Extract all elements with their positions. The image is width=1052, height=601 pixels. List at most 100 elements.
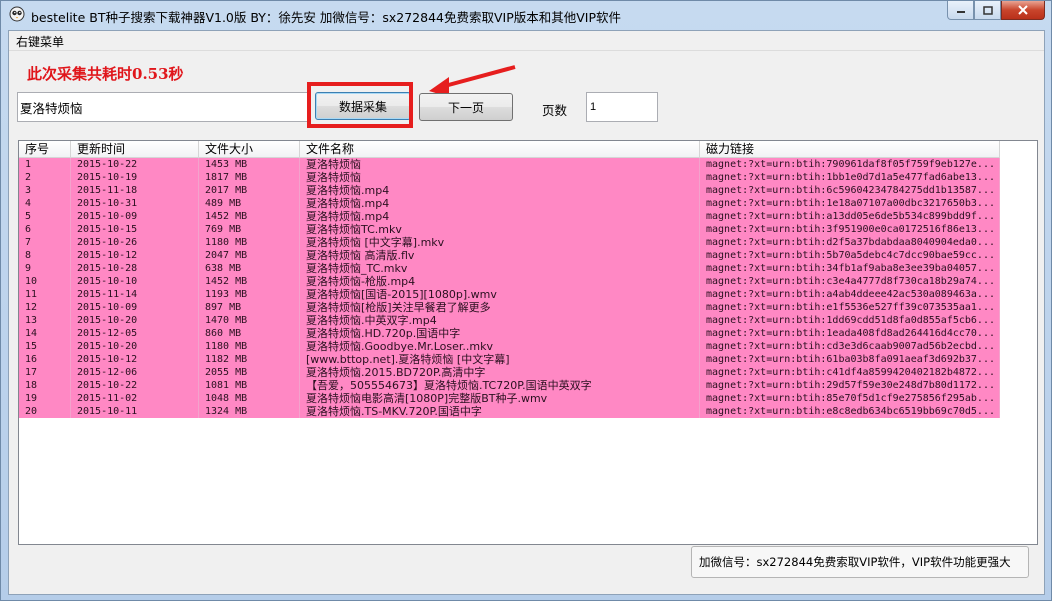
row-magnet-link: magnet:?xt=urn:btih:6c59604234784275dd1b… — [700, 184, 1000, 197]
row-file-size: 1470 MB — [199, 314, 300, 327]
row-file-size: 1452 MB — [199, 275, 300, 288]
col-header-file-size[interactable]: 文件大小 — [199, 141, 300, 157]
row-magnet-link: magnet:?xt=urn:btih:e8c8edb634bc6519bb69… — [700, 405, 1000, 418]
status-text: 此次采集共耗时0.53秒 — [27, 65, 184, 83]
table-row[interactable]: 15 2015-10-20 1180 MB 夏洛特烦恼.Goodbye.Mr.Lose… — [19, 340, 1000, 353]
row-file-name: 夏洛特烦恼.2015.BD720P.高清中字 — [300, 366, 700, 379]
row-index: 17 — [19, 366, 71, 379]
table-row[interactable]: 3 2015-11-18 2017 MB 夏洛特烦恼.mp4 magnet:?xt=ur… — [19, 184, 1000, 197]
table-row[interactable]: 10 2015-10-10 1452 MB 夏洛特烦恼-枪版.mp4 magnet:?x… — [19, 275, 1000, 288]
row-index: 4 — [19, 197, 71, 210]
owl-app-icon — [9, 6, 25, 22]
row-magnet-link: magnet:?xt=urn:btih:a13dd05e6de5b534c899… — [700, 210, 1000, 223]
col-header-file-name[interactable]: 文件名称 — [300, 141, 700, 157]
row-magnet-link: magnet:?xt=urn:btih:3f951900e0ca0172516f… — [700, 223, 1000, 236]
table-row[interactable]: 9 2015-10-28 638 MB 夏洛特烦恼_TC.mkv magnet:?xt=… — [19, 262, 1000, 275]
app-window: bestelite BT种子搜索下载神器V1.0版 BY：徐先安 加微信号：sx… — [0, 0, 1052, 601]
row-index: 2 — [19, 171, 71, 184]
row-index: 12 — [19, 301, 71, 314]
row-file-name: 夏洛特烦恼TC.mkv — [300, 223, 700, 236]
row-update-time: 2015-11-18 — [71, 184, 199, 197]
row-index: 7 — [19, 236, 71, 249]
table-row[interactable]: 13 2015-10-20 1470 MB 夏洛特烦恼.中英双字.mp4 magnet:… — [19, 314, 1000, 327]
next-page-button[interactable]: 下一页 — [419, 93, 513, 121]
page-label: 页数 — [542, 103, 568, 118]
row-file-size: 1817 MB — [199, 171, 300, 184]
page-number-input[interactable] — [586, 92, 658, 122]
row-update-time: 2015-10-09 — [71, 210, 199, 223]
row-index: 13 — [19, 314, 71, 327]
table-row[interactable]: 5 2015-10-09 1452 MB 夏洛特烦恼.mp4 magnet:?xt=ur… — [19, 210, 1000, 223]
table-row[interactable]: 11 2015-11-14 1193 MB 夏洛特烦恼[国语-2015][1080p]… — [19, 288, 1000, 301]
table-rows: 1 2015-10-22 1453 MB 夏洛特烦恼 magnet:?xt=urn:bt… — [19, 158, 1000, 418]
table-row[interactable]: 17 2015-12-06 2055 MB 夏洛特烦恼.2015.BD720P.高清中… — [19, 366, 1000, 379]
client-area: 右键菜单 此次采集共耗时0.53秒 数据采集 下一页 页数 序号 更新时间 文件… — [8, 30, 1045, 595]
row-index: 14 — [19, 327, 71, 340]
row-update-time: 2015-12-06 — [71, 366, 199, 379]
row-magnet-link: magnet:?xt=urn:btih:29d57f59e30e248d7b80… — [700, 379, 1000, 392]
row-file-name: 夏洛特烦恼 [中文字幕].mkv — [300, 236, 700, 249]
table-row[interactable]: 2 2015-10-19 1817 MB 夏洛特烦恼 magnet:?xt=urn:bt… — [19, 171, 1000, 184]
row-file-size: 1324 MB — [199, 405, 300, 418]
row-update-time: 2015-12-05 — [71, 327, 199, 340]
minimize-button[interactable] — [947, 1, 974, 20]
table-row[interactable]: 14 2015-12-05 860 MB 夏洛特烦恼.HD.720p.国语中字 magn… — [19, 327, 1000, 340]
maximize-button[interactable] — [974, 1, 1001, 20]
row-update-time: 2015-10-19 — [71, 171, 199, 184]
row-update-time: 2015-10-12 — [71, 353, 199, 366]
row-file-size: 489 MB — [199, 197, 300, 210]
row-update-time: 2015-10-12 — [71, 249, 199, 262]
table-row[interactable]: 20 2015-10-11 1324 MB 夏洛特烦恼.TS-MKV.720P.国语中… — [19, 405, 1000, 418]
table-row[interactable]: 12 2015-10-09 897 MB 夏洛特烦恼[枪版]关注早餐君了解更多 magn… — [19, 301, 1000, 314]
row-magnet-link: magnet:?xt=urn:btih:c41df4a8599420402182… — [700, 366, 1000, 379]
row-update-time: 2015-11-02 — [71, 392, 199, 405]
row-index: 9 — [19, 262, 71, 275]
title-bar[interactable]: bestelite BT种子搜索下载神器V1.0版 BY：徐先安 加微信号：sx… — [1, 1, 1051, 29]
search-input[interactable] — [17, 92, 311, 122]
row-magnet-link: magnet:?xt=urn:btih:1dd69cdd51d8fa0d855a… — [700, 314, 1000, 327]
row-magnet-link: magnet:?xt=urn:btih:cd3e3d6caab9007ad56b… — [700, 340, 1000, 353]
row-file-name: 夏洛特烦恼 — [300, 158, 700, 171]
table-row[interactable]: 4 2015-10-31 489 MB 夏洛特烦恼.mp4 magnet:?xt=urn… — [19, 197, 1000, 210]
results-table[interactable]: 序号 更新时间 文件大小 文件名称 磁力链接 1 2015-10-22 1453 M… — [18, 140, 1038, 545]
menu-right-click[interactable]: 右键菜单 — [16, 33, 64, 50]
row-magnet-link: magnet:?xt=urn:btih:34fb1af9aba8e3ee39ba… — [700, 262, 1000, 275]
row-file-name: 夏洛特烦恼-枪版.mp4 — [300, 275, 700, 288]
col-header-index[interactable]: 序号 — [19, 141, 71, 157]
col-header-magnet[interactable]: 磁力链接 — [700, 141, 1000, 157]
row-file-size: 1048 MB — [199, 392, 300, 405]
row-magnet-link: magnet:?xt=urn:btih:61ba03b8fa091aeaf3d6… — [700, 353, 1000, 366]
row-index: 15 — [19, 340, 71, 353]
row-file-size: 1453 MB — [199, 158, 300, 171]
close-button[interactable] — [1001, 1, 1045, 20]
table-row[interactable]: 6 2015-10-15 769 MB 夏洛特烦恼TC.mkv magnet:?xt=u… — [19, 223, 1000, 236]
row-file-name: 夏洛特烦恼.中英双字.mp4 — [300, 314, 700, 327]
row-file-name: [www.bttop.net].夏洛特烦恼 [中文字幕] — [300, 353, 700, 366]
row-update-time: 2015-10-31 — [71, 197, 199, 210]
table-row[interactable]: 7 2015-10-26 1180 MB 夏洛特烦恼 [中文字幕].mkv magnet… — [19, 236, 1000, 249]
row-update-time: 2015-10-20 — [71, 340, 199, 353]
row-update-time: 2015-10-20 — [71, 314, 199, 327]
row-file-size: 1193 MB — [199, 288, 300, 301]
table-row[interactable]: 1 2015-10-22 1453 MB 夏洛特烦恼 magnet:?xt=urn:bt… — [19, 158, 1000, 171]
row-magnet-link: magnet:?xt=urn:btih:790961daf8f05f759f9e… — [700, 158, 1000, 171]
row-magnet-link: magnet:?xt=urn:btih:c3e4a4777d8f730ca18b… — [700, 275, 1000, 288]
table-row[interactable]: 19 2015-11-02 1048 MB 夏洛特烦恼电影高清[1080P]完整版BT… — [19, 392, 1000, 405]
row-file-name: 夏洛特烦恼.HD.720p.国语中字 — [300, 327, 700, 340]
maximize-icon — [982, 5, 993, 15]
row-update-time: 2015-10-10 — [71, 275, 199, 288]
row-file-name: 夏洛特烦恼[枪版]关注早餐君了解更多 — [300, 301, 700, 314]
row-file-size: 2055 MB — [199, 366, 300, 379]
table-row[interactable]: 18 2015-10-22 1081 MB 【吾爱，505554673】夏洛特烦恼.T… — [19, 379, 1000, 392]
row-file-name: 夏洛特烦恼.Goodbye.Mr.Loser..mkv — [300, 340, 700, 353]
table-row[interactable]: 16 2015-10-12 1182 MB [www.bttop.net].夏洛特烦恼… — [19, 353, 1000, 366]
col-header-update-time[interactable]: 更新时间 — [71, 141, 199, 157]
row-magnet-link: magnet:?xt=urn:btih:e1f5536e527ff39c0735… — [700, 301, 1000, 314]
row-file-size: 1182 MB — [199, 353, 300, 366]
row-update-time: 2015-10-26 — [71, 236, 199, 249]
row-magnet-link: magnet:?xt=urn:btih:d2f5a37bdabdaa804090… — [700, 236, 1000, 249]
row-file-size: 638 MB — [199, 262, 300, 275]
row-index: 1 — [19, 158, 71, 171]
table-row[interactable]: 8 2015-10-12 2047 MB 夏洛特烦恼 高清版.flv magnet:?x… — [19, 249, 1000, 262]
row-file-name: 夏洛特烦恼.mp4 — [300, 197, 700, 210]
